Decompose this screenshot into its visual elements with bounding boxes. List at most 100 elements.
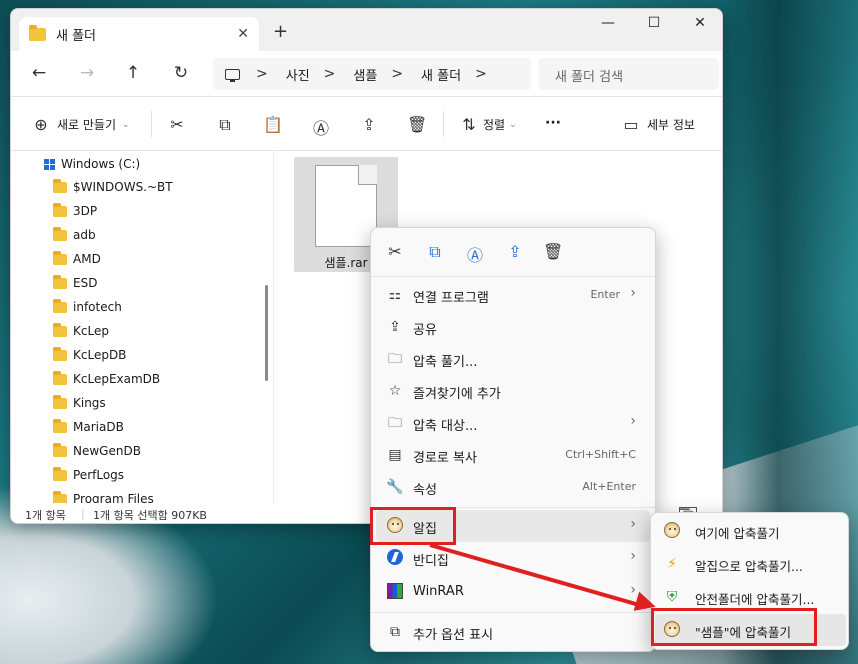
scissors-icon: ✂ [170, 115, 184, 134]
tree-item-label: ESD [73, 276, 98, 290]
rename-icon[interactable]: Ⓐ [465, 242, 485, 266]
breadcrumb-new-folder[interactable]: 새 폴더 [421, 65, 461, 84]
bandizip-icon [386, 549, 404, 567]
chevron-right-icon[interactable]: > [256, 66, 268, 82]
tree-item-label: Windows (C:) [61, 157, 141, 171]
menu-item-copy-path[interactable]: ▤ 경로로 복사 Ctrl+Shift+C [376, 439, 650, 471]
back-button[interactable]: ← [27, 63, 51, 83]
search-input[interactable]: 새 폴더 검색 [539, 58, 719, 90]
chevron-right-icon[interactable]: > [475, 66, 487, 82]
cut-button[interactable]: ✂ [167, 115, 187, 134]
menu-item-extract[interactable]: 🗀 압축 풀기... [376, 343, 650, 375]
item-count: 1개 항목 [25, 509, 66, 522]
tree-item[interactable]: MariaDB [53, 417, 124, 437]
tree-item-label: KcLep [73, 324, 109, 338]
tree-item[interactable]: NewGenDB [53, 441, 141, 461]
menu-item-open-with[interactable]: ⚏ 연결 프로그램 Enter › [376, 279, 650, 311]
tree-item[interactable]: Program Files [53, 489, 154, 503]
tree-item-drive-c[interactable]: Windows (C:) [44, 157, 140, 171]
star-icon: ☆ [388, 383, 402, 399]
breadcrumb-photos[interactable]: 사진 [286, 65, 310, 84]
alzip-icon [663, 522, 681, 540]
tree-item[interactable]: KcLepExamDB [53, 369, 160, 389]
folder-icon [53, 394, 67, 409]
menu-item-label: 공유 [413, 323, 437, 338]
copy-icon[interactable]: ⧉ [425, 242, 445, 262]
shortcut-label: Alt+Enter [582, 480, 636, 493]
forward-button[interactable]: → [75, 63, 99, 83]
external-icon: ⧉ [390, 624, 400, 640]
menu-item-label: WinRAR [413, 584, 464, 599]
submenu-item-extract-alzip[interactable]: ⚡ 알집으로 압축풀기... [655, 548, 846, 580]
minimize-button[interactable]: — [593, 15, 623, 31]
rename-icon: Ⓐ [312, 119, 329, 138]
file-fold [358, 165, 377, 185]
delete-button[interactable]: 🗑 [407, 115, 427, 134]
address-bar-row: ← → ↑ ↻ > 사진 > 샘플 > 새 폴더 > 새 폴더 검색 [11, 51, 722, 97]
paste-button[interactable]: 📋 [263, 115, 283, 134]
new-button-label: 새로 만들기 [57, 118, 117, 132]
sidebar-scrollbar[interactable] [265, 285, 268, 381]
folder-icon [53, 298, 67, 313]
menu-item-compress-to[interactable]: 🗀 압축 대상... › [376, 407, 650, 439]
folder-icon [53, 466, 67, 481]
menu-item-properties[interactable]: 🔧 속성 Alt+Enter [376, 471, 650, 503]
shortcut-label: Enter [590, 288, 620, 301]
sort-icon: ⇅ [462, 115, 476, 134]
breadcrumb-sample[interactable]: 샘플 [353, 65, 377, 84]
copy-button[interactable]: ⧉ [215, 115, 235, 135]
tree-item[interactable]: 3DP [53, 201, 97, 221]
tree-item[interactable]: KcLep [53, 321, 109, 341]
details-button[interactable]: ▭ 세부 정보 [621, 115, 695, 134]
windows-logo-icon [44, 158, 55, 170]
chevron-right-icon[interactable]: > [324, 66, 336, 82]
submenu-item-extract-here[interactable]: 여기에 압축풀기 [655, 515, 846, 547]
tree-item-label: Kings [73, 396, 106, 410]
close-button[interactable]: ✕ [685, 15, 715, 31]
rename-button[interactable]: Ⓐ [311, 115, 331, 139]
context-menu: ✂ ⧉ Ⓐ ⇪ 🗑 ⚏ 연결 프로그램 Enter › ⇪ 공유 🗀 압축 풀기… [370, 227, 656, 652]
tree-item-label: 3DP [73, 204, 98, 218]
divider [443, 111, 444, 137]
selection-info: 1개 항목 선택함 907KB [93, 509, 207, 522]
folder-icon [53, 418, 67, 433]
share-button[interactable]: ⇪ [359, 115, 379, 134]
tree-item[interactable]: infotech [53, 297, 122, 317]
menu-item-share[interactable]: ⇪ 공유 [376, 311, 650, 343]
sort-button[interactable]: ⇅ 정렬 ⌄ [459, 115, 516, 134]
tree-item[interactable]: ESD [53, 273, 97, 293]
tree-item[interactable]: AMD [53, 249, 101, 269]
chevron-right-icon: › [630, 548, 636, 564]
tab-title: 새 폴더 [56, 28, 97, 44]
submenu-item-label: 여기에 압축풀기 [695, 526, 780, 541]
breadcrumb[interactable]: > 사진 > 샘플 > 새 폴더 > [213, 58, 531, 90]
menu-item-add-favorite[interactable]: ☆ 즐겨찾기에 추가 [376, 375, 650, 407]
menu-item-winrar[interactable]: WinRAR › [376, 576, 650, 608]
trash-icon[interactable]: 🗑 [543, 242, 563, 261]
scissors-icon[interactable]: ✂ [385, 242, 405, 261]
folder-icon [53, 442, 67, 457]
tree-item[interactable]: PerfLogs [53, 465, 124, 485]
menu-item-more-options[interactable]: ⧉ 추가 옵션 표시 [376, 616, 650, 648]
up-button[interactable]: ↑ [121, 63, 145, 83]
divider: | [81, 507, 85, 520]
maximize-button[interactable]: ☐ [639, 15, 669, 31]
tree-item[interactable]: $WINDOWS.~BT [53, 177, 173, 197]
menu-item-label: 경로로 복사 [413, 451, 477, 466]
refresh-button[interactable]: ↻ [169, 63, 193, 83]
tab-new-folder[interactable]: 새 폴더 ✕ [19, 17, 259, 51]
tree-item-label: PerfLogs [73, 468, 125, 482]
share-icon: ⇪ [389, 319, 401, 335]
share-icon[interactable]: ⇪ [505, 242, 525, 261]
menu-item-label: 연결 프로그램 [413, 291, 489, 306]
tree-item[interactable]: Kings [53, 393, 106, 413]
submenu-item-label: 알집으로 압축풀기... [695, 559, 803, 574]
new-button[interactable]: ⊕ 새로 만들기 ⌄ [31, 115, 129, 134]
more-button[interactable]: ··· [545, 115, 561, 131]
trash-icon: 🗑 [407, 115, 428, 134]
tree-item[interactable]: KcLepDB [53, 345, 126, 365]
new-tab-button[interactable]: + [273, 21, 288, 42]
tab-close-icon[interactable]: ✕ [237, 26, 249, 42]
chevron-right-icon[interactable]: > [391, 66, 403, 82]
tree-item[interactable]: adb [53, 225, 96, 245]
